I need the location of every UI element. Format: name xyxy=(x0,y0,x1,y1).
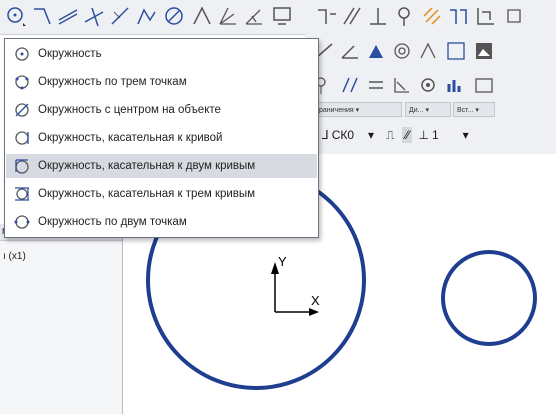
symmetry-icon[interactable] xyxy=(417,40,439,62)
circle-tool-button[interactable] xyxy=(4,4,28,28)
constraints-panel-header[interactable]: Ограничения ▾ xyxy=(307,102,402,117)
parallel-icon[interactable] xyxy=(314,4,338,28)
circle-tangent-three-curves-icon xyxy=(15,187,29,201)
circle-two-points-icon xyxy=(14,215,30,229)
horizontal-icon[interactable] xyxy=(340,4,364,28)
measure-icon[interactable] xyxy=(474,4,498,28)
circle-tangent-two-curves-icon xyxy=(15,159,29,174)
menu-item-label: Окружность, касательная к двум кривым xyxy=(38,160,256,172)
angle-icon[interactable] xyxy=(190,4,214,28)
snap-icon[interactable]: ⁄⁄ xyxy=(402,127,413,143)
menu-item-circle-tangent-curve[interactable]: Окружность, касательная к кривой xyxy=(6,126,317,150)
small-circle[interactable] xyxy=(441,250,537,346)
hatch-icon[interactable] xyxy=(420,4,444,28)
axis-x-label: X xyxy=(311,293,320,308)
axis-y-label: Y xyxy=(278,254,287,269)
tangency-icon[interactable] xyxy=(391,74,413,96)
cs-select[interactable]: СК0 xyxy=(332,128,354,142)
image-icon[interactable] xyxy=(473,40,495,62)
menu-item-circle-center-on-object[interactable]: Окружность с центром на объекте xyxy=(6,98,317,122)
cs-dropdown-arrow-icon[interactable]: ▾ xyxy=(368,128,374,142)
settings-icon[interactable] xyxy=(502,4,526,28)
equal-icon[interactable] xyxy=(365,74,387,96)
cs-bar: ⅃ СК0 ▾ ⎍ ⁄⁄ ⊥ 1 ▾ xyxy=(322,120,469,150)
scale-dropdown-arrow-icon[interactable]: ▾ xyxy=(463,128,469,142)
menu-item-label: Окружность по двум точкам xyxy=(38,216,187,228)
menu-item-circle-two-points[interactable]: Окружность по двум точкам xyxy=(6,210,317,234)
scale-icon: ⊥ xyxy=(418,128,429,142)
circle-three-points-icon xyxy=(15,75,29,90)
perpendicular-line-icon[interactable] xyxy=(82,4,106,28)
collinear-icon[interactable] xyxy=(339,74,361,96)
ellipse-icon[interactable] xyxy=(162,4,186,28)
parallel-lines-icon[interactable] xyxy=(56,4,80,28)
menu-item-label: Окружность, касательная к кривой xyxy=(38,132,223,144)
menu-item-label: Окружность по трем точкам xyxy=(38,76,187,88)
menu-item-circle-tangent-two-curves[interactable]: Окружность, касательная к двум кривым xyxy=(6,154,317,178)
menu-item-label: Окружность, касательная к трем кривым xyxy=(38,188,256,200)
dimension-view-icon[interactable] xyxy=(445,40,467,62)
vertical-icon[interactable] xyxy=(366,4,390,28)
scale-value[interactable]: 1 xyxy=(432,128,439,142)
circle-center-on-object-icon xyxy=(15,103,29,117)
polyline-icon[interactable] xyxy=(134,4,158,28)
vst-panel-header[interactable]: Вст... ▾ xyxy=(453,102,495,117)
di-panel-header[interactable]: Ди... ▾ xyxy=(405,102,451,117)
tree-item[interactable]: ı (x1) xyxy=(0,241,122,262)
chart-icon[interactable] xyxy=(445,74,467,96)
menu-item-circle-three-points[interactable]: Окружность по трем точкам xyxy=(6,70,317,94)
main-toolbar xyxy=(0,0,556,35)
step-icon[interactable]: ⎍ xyxy=(386,128,394,143)
menu-item-circle-tangent-three-curves[interactable]: Окружность, касательная к трем кривым xyxy=(6,182,317,206)
tree-panel: мент ı (x1) xyxy=(0,224,123,414)
menu-item-circle[interactable]: Окружность xyxy=(6,42,317,66)
concentric-icon[interactable] xyxy=(391,40,413,62)
rectangle-icon[interactable] xyxy=(270,4,294,28)
fixed-point-icon[interactable] xyxy=(365,40,387,62)
dimension-value-icon[interactable] xyxy=(473,74,495,96)
angle-constraint-icon[interactable] xyxy=(339,40,361,62)
point-icon[interactable] xyxy=(392,4,416,28)
circle-center-icon xyxy=(15,47,29,61)
circle-tangent-curve-icon xyxy=(15,131,29,145)
tangent-line-icon[interactable] xyxy=(108,4,132,28)
line-icon[interactable] xyxy=(30,4,54,28)
menu-item-label: Окружность xyxy=(38,48,102,60)
di-label: Ди... xyxy=(409,107,424,114)
vst-label: Вст... xyxy=(457,107,474,114)
circle-tools-menu: Окружность Окружность по трем точкам Окр… xyxy=(4,38,319,238)
tangent-icon[interactable] xyxy=(242,4,266,28)
fix-icon[interactable] xyxy=(417,74,439,96)
cs-icon: ⅃ xyxy=(322,128,329,142)
dimension-icon[interactable] xyxy=(446,4,470,28)
menu-item-label: Окружность с центром на объекте xyxy=(38,104,221,116)
bisector-icon[interactable] xyxy=(216,4,240,28)
